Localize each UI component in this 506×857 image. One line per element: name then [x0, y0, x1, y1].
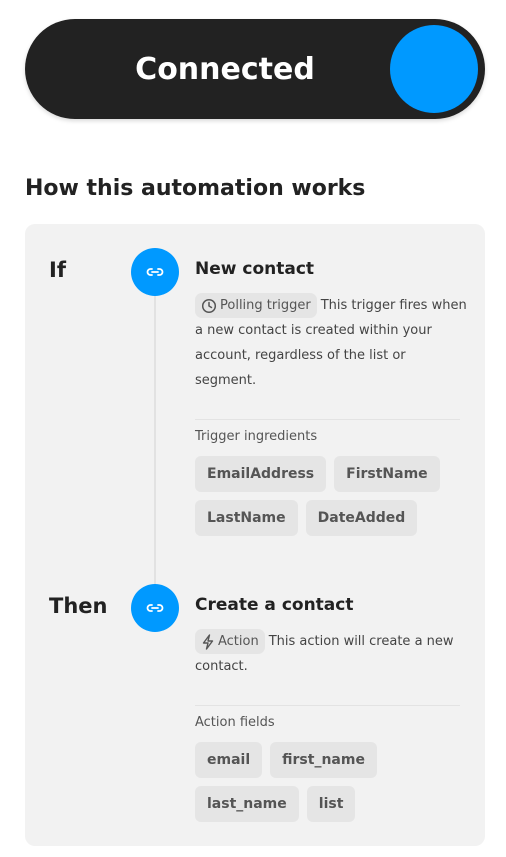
field-chip[interactable]: last_name [195, 786, 299, 822]
section-title: How this automation works [25, 176, 366, 201]
divider [195, 705, 460, 706]
action-description-block: Action This action will create a new con… [195, 629, 470, 679]
field-chip[interactable]: email [195, 742, 263, 778]
polling-trigger-badge: Polling trigger [195, 293, 317, 318]
toggle-knob[interactable] [390, 25, 478, 113]
ingredient-chip[interactable]: DateAdded [305, 500, 418, 536]
trigger-service-icon[interactable] [131, 248, 179, 296]
trigger-description-block: Polling trigger This trigger fires when … [195, 293, 470, 393]
badge-label: Action [218, 634, 259, 649]
then-label: Then [49, 594, 108, 618]
action-service-icon[interactable] [131, 584, 179, 632]
link-icon [146, 268, 164, 276]
action-title: Create a contact [195, 595, 354, 615]
clock-icon [201, 298, 217, 313]
trigger-title: New contact [195, 259, 315, 279]
ingredient-chip[interactable]: FirstName [334, 456, 440, 492]
field-chip[interactable]: first_name [270, 742, 377, 778]
toggle-label: Connected [135, 51, 315, 87]
link-icon [146, 604, 164, 612]
if-label: If [49, 258, 66, 282]
field-chip[interactable]: list [306, 786, 356, 822]
action-fields: email first_name last_name list [195, 742, 465, 822]
ingredient-chip[interactable]: LastName [195, 500, 298, 536]
divider [195, 419, 460, 420]
bolt-icon [202, 633, 214, 650]
timeline-rail [154, 296, 156, 586]
badge-label: Polling trigger [220, 298, 311, 313]
action-badge: Action [195, 629, 265, 654]
action-fields-label: Action fields [195, 715, 275, 730]
trigger-ingredients: EmailAddress FirstName LastName DateAdde… [195, 456, 465, 536]
trigger-ingredients-label: Trigger ingredients [195, 429, 318, 444]
connection-toggle[interactable]: Connected [25, 19, 485, 119]
ingredient-chip[interactable]: EmailAddress [195, 456, 327, 492]
